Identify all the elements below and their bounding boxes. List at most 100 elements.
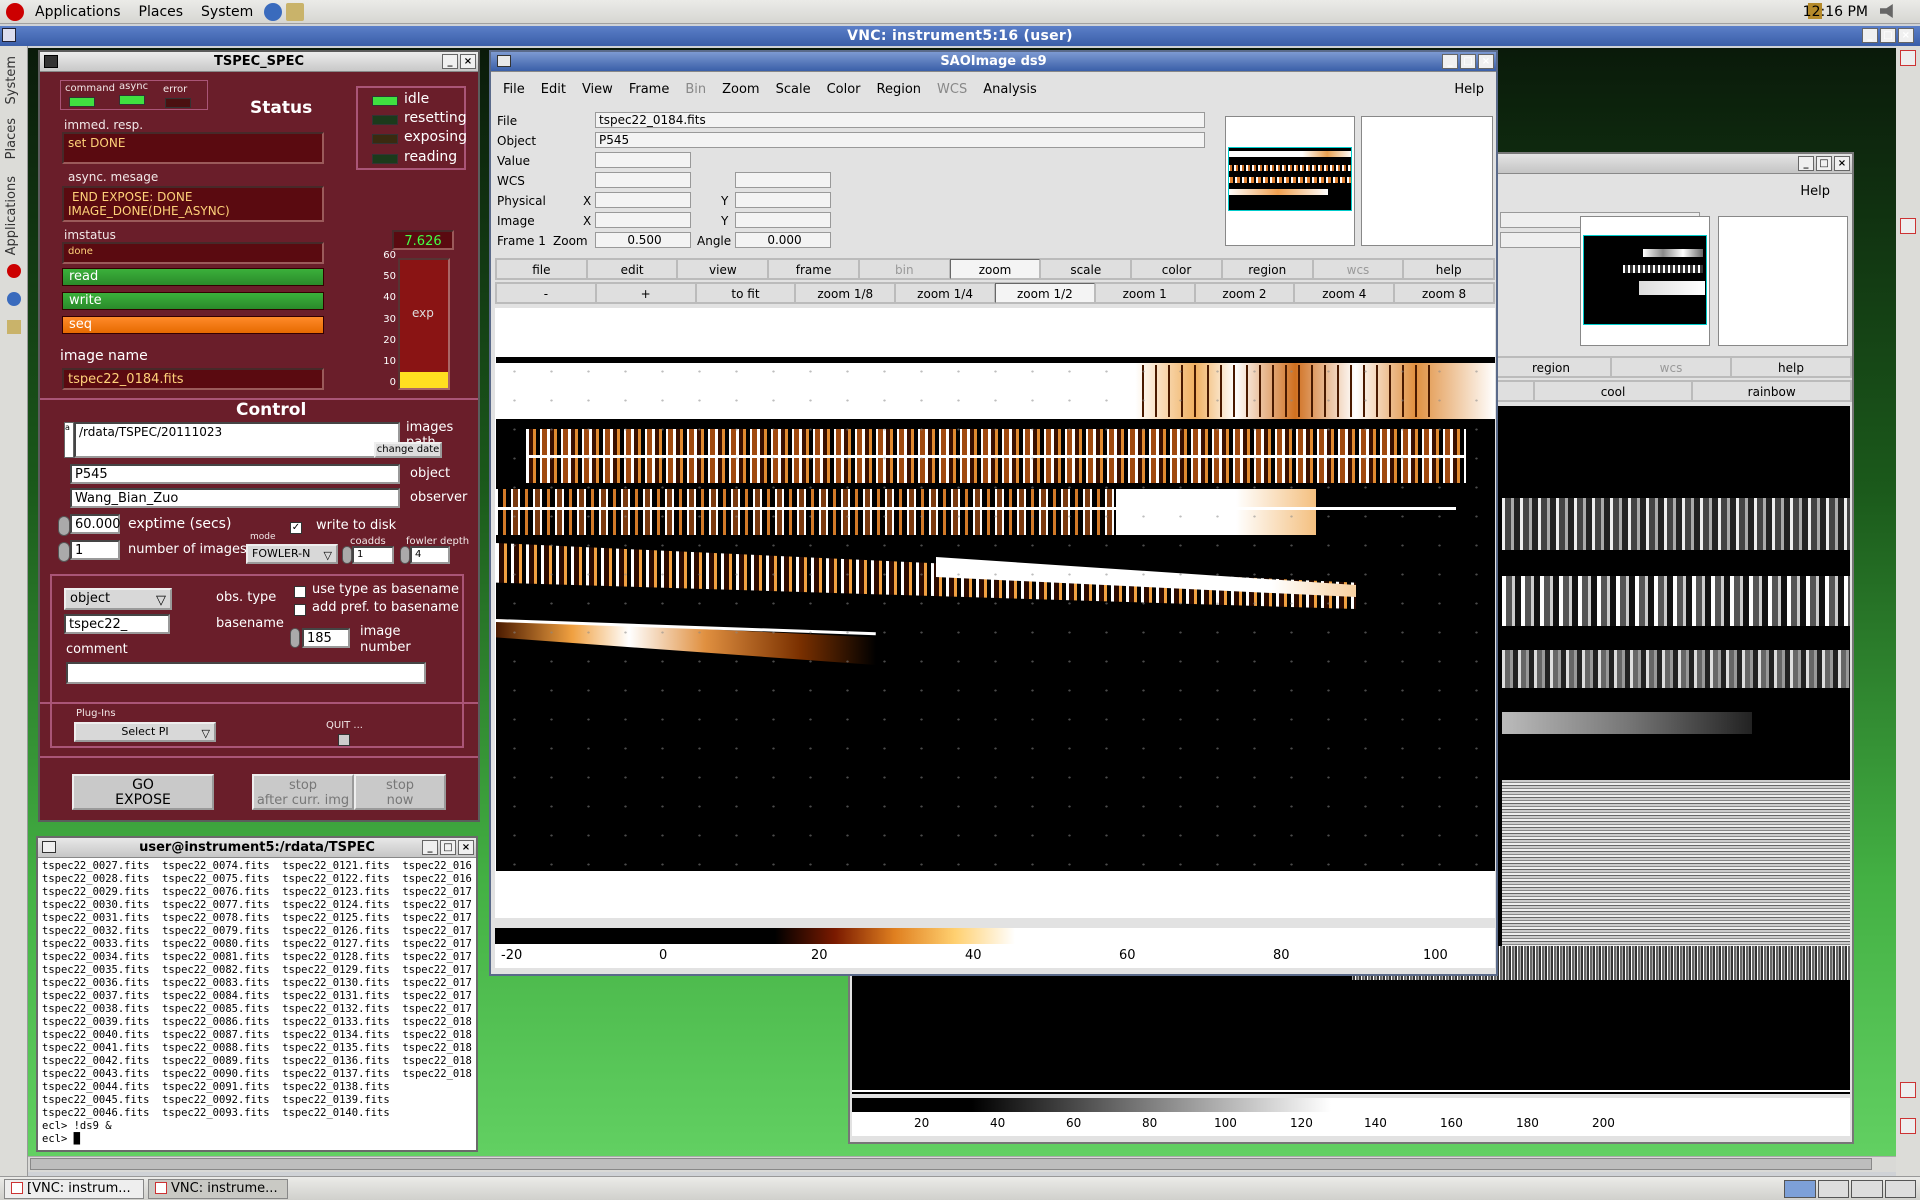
window-menu-icon[interactable] (44, 55, 58, 68)
vnc-icon[interactable] (1900, 1118, 1916, 1134)
ds9b-cool-button[interactable]: cool (1533, 381, 1693, 401)
write-to-disk-checkbox[interactable]: ✓ (290, 522, 302, 534)
imgnum-spinner[interactable] (290, 628, 300, 648)
images-path-scroll[interactable]: a (64, 422, 74, 458)
fowler-input[interactable]: 4 (410, 546, 450, 564)
maximize-icon[interactable]: □ (1880, 28, 1896, 43)
ds9-btn-bin[interactable]: bin (858, 259, 950, 279)
ds9b-help-menu[interactable]: Help (1800, 184, 1830, 199)
close-icon[interactable]: × (1834, 156, 1850, 171)
ds9-zoom-1-4-button[interactable]: zoom 1/4 (895, 283, 995, 303)
ds9-btn-file[interactable]: file (496, 259, 587, 279)
object-input[interactable]: P545 (70, 464, 400, 484)
workspace-4[interactable] (1884, 1180, 1916, 1198)
ds9b-colorbar[interactable] (852, 1098, 1850, 1112)
mail-icon[interactable] (286, 2, 305, 21)
menu-places[interactable]: Places (130, 0, 193, 24)
obstype-dropdown[interactable]: object ▽ (64, 588, 172, 610)
clock[interactable]: 12:16 PM (1803, 0, 1868, 24)
coadds-spinner[interactable] (342, 546, 352, 564)
use-type-checkbox[interactable] (294, 586, 306, 598)
tspec-title-bar[interactable]: TSPEC_SPEC _ × (40, 52, 478, 72)
ds9-zoom-out-button[interactable]: - (496, 283, 596, 303)
ds9-zoom-2-button[interactable]: zoom 2 (1194, 283, 1295, 303)
ds9-zoom-4-button[interactable]: zoom 4 (1294, 283, 1395, 303)
workspace-1[interactable] (1784, 1180, 1816, 1198)
vnc-icon[interactable] (1900, 218, 1916, 234)
ds9-menu-scale[interactable]: Scale (768, 82, 819, 97)
close-icon[interactable]: × (1898, 28, 1914, 43)
volume-icon[interactable] (1880, 4, 1893, 18)
ds9-btn-help[interactable]: help (1403, 259, 1495, 279)
taskbar-item-vnc-2[interactable]: VNC: instrume... (148, 1178, 288, 1199)
strip-applications[interactable]: Applications (4, 176, 19, 255)
workspace-2[interactable] (1817, 1180, 1849, 1198)
minimize-icon[interactable]: _ (1798, 156, 1814, 171)
menu-applications[interactable]: Applications (26, 0, 130, 24)
stop-after-button[interactable]: stop after curr. img (252, 774, 354, 810)
coadds-input[interactable]: 1 (352, 546, 394, 564)
strip-places[interactable]: Places (4, 118, 19, 159)
mail-icon[interactable] (7, 320, 21, 334)
ds9-panner[interactable] (1225, 116, 1355, 246)
ds9-btn-color[interactable]: color (1131, 259, 1222, 279)
window-menu-icon[interactable] (497, 55, 511, 67)
tspec-spec-window[interactable]: TSPEC_SPEC _ × command async error Statu… (38, 50, 480, 822)
ds9b-help-button[interactable]: help (1731, 357, 1851, 377)
scrollbar-thumb[interactable] (30, 1158, 1872, 1170)
terminal-title-bar[interactable]: user@instrument5:/rdata/TSPEC _ □ × (38, 838, 476, 858)
terminal-output[interactable]: tspec22_0027.fits tspec22_0074.fits tspe… (38, 858, 476, 1148)
exptime-input[interactable]: 60.000 (70, 514, 121, 534)
go-expose-button[interactable]: GO EXPOSE (72, 774, 214, 810)
vnc-menu-icon[interactable] (2, 28, 16, 42)
mode-dropdown[interactable]: FOWLER-N ▽ (246, 544, 338, 564)
exptime-spinner[interactable] (58, 516, 70, 536)
minimize-icon[interactable]: _ (1442, 54, 1458, 69)
ds9-btn-frame[interactable]: frame (768, 259, 859, 279)
ds9-menu-analysis[interactable]: Analysis (975, 82, 1045, 97)
ds9-btn-view[interactable]: view (677, 259, 769, 279)
menu-system[interactable]: System (192, 0, 262, 24)
fowler-spinner[interactable] (400, 546, 410, 564)
quit-checkbox[interactable] (338, 734, 350, 746)
ds9-zoom-1-button[interactable]: zoom 1 (1094, 283, 1195, 303)
ds9-title-bar[interactable]: SAOImage ds9 _ □ × (491, 52, 1496, 72)
close-icon[interactable]: × (458, 840, 474, 855)
ds9-menu-zoom[interactable]: Zoom (714, 82, 767, 97)
maximize-icon[interactable]: □ (440, 840, 456, 855)
nimages-input[interactable]: 1 (70, 540, 120, 560)
ds9-btn-zoom[interactable]: zoom (949, 259, 1041, 279)
close-icon[interactable]: × (1478, 54, 1494, 69)
workspace-3[interactable] (1851, 1180, 1883, 1198)
nimages-spinner[interactable] (58, 542, 70, 562)
ds9-btn-scale[interactable]: scale (1040, 259, 1132, 279)
basename-input[interactable]: tspec22_ (64, 614, 170, 634)
minimize-icon[interactable]: _ (442, 54, 458, 69)
workspace-switcher[interactable] (1784, 1180, 1916, 1198)
ds9-zoom-1-8-button[interactable]: zoom 1/8 (795, 283, 896, 303)
redhat-icon[interactable] (6, 2, 24, 21)
window-menu-icon[interactable] (42, 841, 56, 853)
change-date-button[interactable]: change date (374, 442, 442, 458)
observer-input[interactable]: Wang_Bian_Zuo (70, 488, 400, 508)
ds9b-panner[interactable] (1580, 216, 1710, 346)
minimize-icon[interactable]: _ (422, 840, 438, 855)
terminal-window[interactable]: user@instrument5:/rdata/TSPEC _ □ × tspe… (36, 836, 478, 1152)
close-icon[interactable]: × (460, 54, 476, 69)
ds9-zoom-8-button[interactable]: zoom 8 (1394, 283, 1494, 303)
ds9-menu-wcs[interactable]: WCS (929, 82, 975, 97)
vnc-icon[interactable] (1900, 50, 1916, 66)
ds9b-rainbow-button[interactable]: rainbow (1692, 381, 1852, 401)
strip-system[interactable]: System (4, 56, 19, 104)
ds9-menu-file[interactable]: File (495, 82, 533, 97)
ds9-menu-edit[interactable]: Edit (533, 82, 574, 97)
ds9-zoom-in-button[interactable]: + (595, 283, 696, 303)
maximize-icon[interactable]: □ (1460, 54, 1476, 69)
vnc-icon[interactable] (1900, 1082, 1916, 1098)
ds9-menu-region[interactable]: Region (869, 82, 930, 97)
redhat-icon[interactable] (7, 264, 21, 278)
ds9-menu-frame[interactable]: Frame (621, 82, 678, 97)
vnc-horizontal-scrollbar[interactable] (28, 1156, 1896, 1172)
stop-now-button[interactable]: stop now (354, 774, 446, 810)
imgnum-input[interactable]: 185 (302, 628, 350, 648)
